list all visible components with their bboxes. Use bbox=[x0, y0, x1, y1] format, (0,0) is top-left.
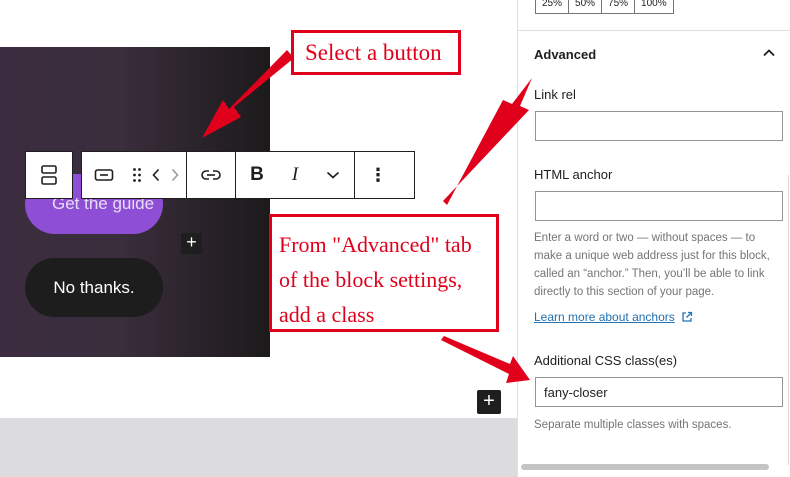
width-option-100[interactable]: 100% bbox=[635, 0, 673, 13]
cover-block[interactable]: Get the guide No thanks. bbox=[0, 47, 270, 357]
bold-button[interactable]: B bbox=[236, 152, 278, 198]
more-formatting-chevron-icon bbox=[326, 171, 340, 179]
block-toolbar: B I ⋮ bbox=[81, 151, 415, 199]
external-link-icon bbox=[682, 311, 692, 322]
drag-handle[interactable] bbox=[126, 152, 148, 198]
width-button-group: 25% 50% 75% 100% bbox=[535, 0, 674, 14]
learn-more-link-label[interactable]: Learn more about anchors bbox=[534, 310, 675, 324]
editor-canvas-background bbox=[0, 418, 518, 477]
button-block-type-button[interactable] bbox=[82, 152, 126, 198]
annotation-line: add a class bbox=[279, 302, 375, 327]
link-icon bbox=[201, 170, 221, 180]
add-block-button[interactable]: + bbox=[477, 390, 501, 414]
italic-button[interactable]: I bbox=[278, 152, 312, 198]
annotation-line: of the block settings, bbox=[279, 267, 463, 292]
link-rel-input[interactable] bbox=[535, 111, 783, 141]
annotation-line: From "Advanced" tab bbox=[279, 232, 472, 257]
annotation-select-button: Select a button bbox=[291, 30, 461, 75]
panel-divider bbox=[518, 30, 790, 31]
move-right-icon bbox=[171, 168, 179, 182]
move-left-button[interactable] bbox=[148, 152, 164, 198]
css-classes-label: Additional CSS class(es) bbox=[534, 353, 678, 368]
html-anchor-help: Enter a word or two — without spaces — t… bbox=[534, 232, 770, 298]
css-classes-help: Separate multiple classes with spaces. bbox=[534, 419, 732, 431]
move-left-icon bbox=[152, 168, 160, 182]
italic-icon: I bbox=[291, 164, 299, 185]
inline-add-block-button[interactable]: + bbox=[181, 233, 202, 254]
learn-more-anchors-link[interactable]: Learn more about anchors bbox=[534, 310, 693, 324]
more-formatting-button[interactable] bbox=[312, 152, 354, 198]
button-block-icon bbox=[94, 169, 114, 181]
options-kebab-icon: ⋮ bbox=[369, 164, 387, 185]
width-option-50[interactable]: 50% bbox=[569, 0, 603, 13]
drag-handle-icon bbox=[133, 168, 141, 182]
toolbar-parent-group bbox=[25, 151, 73, 199]
select-parent-button[interactable] bbox=[26, 152, 72, 198]
sidebar-scroll-track bbox=[788, 175, 789, 465]
html-anchor-input[interactable] bbox=[535, 191, 783, 221]
chevron-up-icon[interactable] bbox=[762, 46, 776, 60]
advanced-panel-title[interactable]: Advanced bbox=[534, 47, 596, 62]
move-right-button[interactable] bbox=[164, 152, 186, 198]
width-option-25[interactable]: 25% bbox=[536, 0, 570, 13]
sidebar-horizontal-scrollbar[interactable] bbox=[521, 464, 769, 470]
bold-icon: B bbox=[250, 164, 264, 185]
width-option-75[interactable]: 75% bbox=[602, 0, 636, 13]
link-rel-label: Link rel bbox=[534, 87, 576, 102]
secondary-button[interactable]: No thanks. bbox=[25, 258, 163, 317]
link-button[interactable] bbox=[187, 152, 235, 198]
css-classes-input[interactable] bbox=[535, 377, 783, 407]
block-options-button[interactable]: ⋮ bbox=[355, 152, 401, 198]
annotation-advanced-tab: From "Advanced" tab of the block setting… bbox=[269, 214, 499, 332]
block-parent-icon bbox=[41, 165, 57, 185]
html-anchor-label: HTML anchor bbox=[534, 167, 613, 182]
